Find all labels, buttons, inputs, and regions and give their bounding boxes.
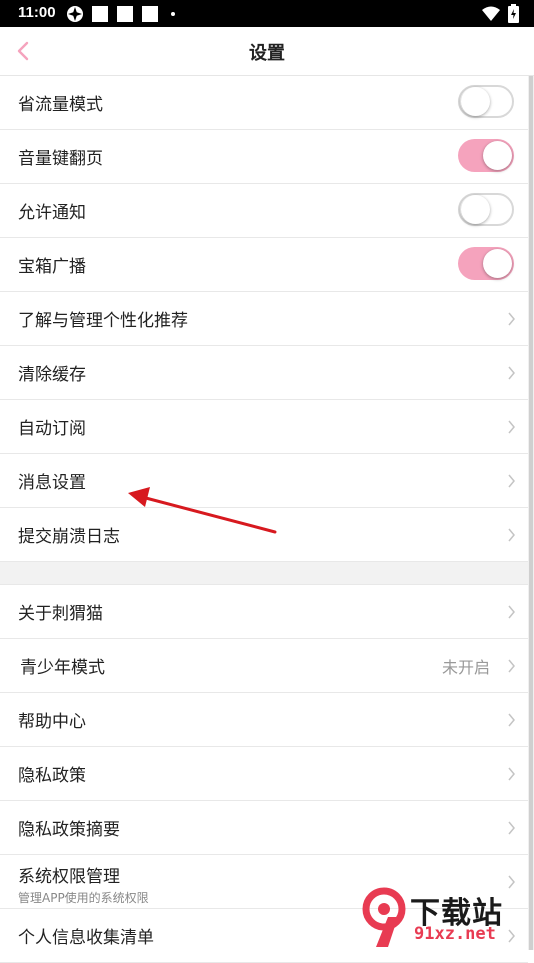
notification-icon [117, 6, 133, 22]
chevron-right-icon [508, 821, 515, 835]
setting-row-privacy-policy[interactable]: 隐私政策 [0, 747, 528, 801]
app-icon [67, 6, 83, 22]
setting-label: 允许通知 [18, 203, 86, 223]
volume-key-page-toggle[interactable] [458, 139, 514, 172]
chevron-right-icon [508, 605, 515, 619]
setting-label: 隐私政策 [18, 766, 86, 786]
chevron-right-icon [508, 767, 515, 781]
toggle-knob [483, 141, 512, 170]
annotation-arrow-icon [128, 487, 277, 534]
notification-icon [142, 6, 158, 22]
chevron-right-icon [508, 713, 515, 727]
setting-row-privacy-summary[interactable]: 隐私政策摘要 [0, 801, 528, 855]
scrollbar[interactable] [528, 76, 534, 950]
notifications-toggle[interactable] [458, 193, 514, 226]
chevron-right-icon [508, 312, 515, 326]
status-time: 11:00 [18, 4, 56, 21]
setting-label: 系统权限管理 [18, 867, 120, 887]
setting-row-teen-mode[interactable]: 青少年模式 未开启 [0, 639, 528, 693]
setting-row-notifications[interactable]: 允许通知 [0, 184, 528, 238]
setting-label: 自动订阅 [18, 419, 86, 439]
notification-icon [92, 6, 108, 22]
wifi-icon [482, 6, 500, 21]
chevron-right-icon [508, 420, 515, 434]
setting-label: 关于刺猬猫 [18, 604, 103, 624]
data-saver-toggle[interactable] [458, 85, 514, 118]
setting-row-clear-cache[interactable]: 清除缓存 [0, 346, 528, 400]
setting-label: 省流量模式 [18, 95, 103, 115]
chevron-right-icon [508, 474, 515, 488]
setting-label: 宝箱广播 [18, 257, 86, 277]
setting-row-personalized-recommendation[interactable]: 了解与管理个性化推荐 [0, 292, 528, 346]
watermark-logo-icon [362, 887, 406, 947]
toggle-knob [461, 195, 490, 224]
battery-charging-icon [508, 4, 519, 23]
setting-row-data-saver[interactable]: 省流量模式 [0, 76, 528, 130]
section-divider [0, 562, 528, 585]
scrollbar-thumb[interactable] [529, 76, 533, 950]
setting-label: 了解与管理个性化推荐 [18, 311, 188, 331]
setting-label: 帮助中心 [18, 712, 86, 732]
chevron-right-icon [508, 366, 515, 380]
page-title: 设置 [249, 43, 285, 64]
setting-subtitle: 管理APP使用的系统权限 [18, 891, 149, 905]
toggle-knob [461, 87, 490, 116]
setting-row-volume-key-page[interactable]: 音量键翻页 [0, 130, 528, 184]
setting-row-help-center[interactable]: 帮助中心 [0, 693, 528, 747]
setting-label: 个人信息收集清单 [18, 928, 154, 948]
toggle-knob [483, 249, 512, 278]
setting-row-treasure-broadcast[interactable]: 宝箱广播 [0, 238, 528, 292]
setting-label: 青少年模式 [20, 658, 105, 678]
setting-row-auto-subscribe[interactable]: 自动订阅 [0, 400, 528, 454]
top-app-bar: 设置 [0, 27, 534, 76]
setting-label: 消息设置 [18, 473, 86, 493]
watermark-url: 91xz.net [414, 924, 496, 944]
watermark: 下载站 91xz.net [362, 886, 534, 950]
setting-label: 清除缓存 [18, 365, 86, 385]
teen-mode-status: 未开启 [441, 658, 490, 677]
chevron-right-icon [508, 659, 515, 673]
setting-label: 隐私政策摘要 [18, 820, 120, 840]
more-dot-icon [171, 12, 175, 16]
setting-label: 提交崩溃日志 [18, 527, 120, 547]
setting-row-about[interactable]: 关于刺猬猫 [0, 585, 528, 639]
chevron-right-icon [508, 528, 515, 542]
treasure-broadcast-toggle[interactable] [458, 247, 514, 280]
setting-label: 音量键翻页 [18, 149, 103, 169]
status-bar: 11:00 [0, 0, 534, 27]
